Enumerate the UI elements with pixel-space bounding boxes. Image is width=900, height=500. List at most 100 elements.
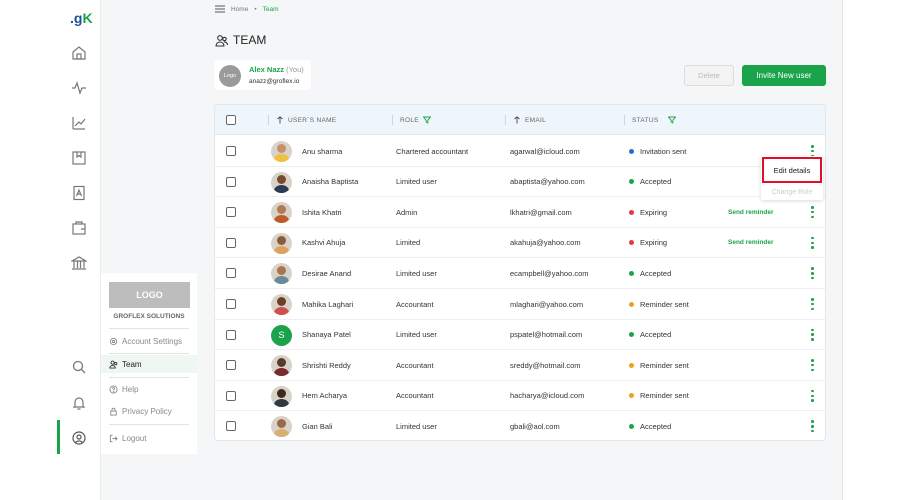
user-role: Accountant [396,391,434,401]
breadcrumb-current: Team [262,5,279,13]
more-options-icon[interactable] [811,236,814,249]
settings-panel: LOGO GROFLEX SOLUTIONS Account Settings … [101,273,197,454]
trend-icon[interactable] [71,115,87,131]
more-options-icon[interactable] [811,420,814,433]
user-circle-icon[interactable] [71,430,87,446]
avatar [271,416,292,438]
avatar [271,202,292,224]
avatar: Logo [219,65,241,87]
row-checkbox[interactable] [226,421,236,432]
bell-icon[interactable] [71,395,87,411]
status-badge: Expiring [629,197,667,227]
status-badge: Reminder sent [629,381,689,411]
table-row[interactable]: Anaisha Baptista Limited user abaptista@… [215,167,825,198]
send-reminder-link[interactable]: Send reminder [728,228,774,258]
delete-button[interactable]: Delete [684,65,734,86]
row-checkbox[interactable] [226,360,236,371]
breadcrumb: Home • Team [215,5,279,13]
user-role: Limited user [396,268,437,278]
row-checkbox[interactable] [226,390,236,401]
table-row[interactable]: S Shanaya Patel Limited user pspatel@hot… [215,320,825,351]
column-header-name[interactable]: USER´S NAME [268,105,336,135]
more-options-icon[interactable] [811,267,814,280]
account-settings-link[interactable]: Account Settings [109,337,182,346]
user-name: Gian Bali [302,421,333,431]
filter-icon[interactable] [668,116,677,124]
user-name: Desirae Anand [302,268,352,278]
bank-icon[interactable] [69,255,89,271]
privacy-policy-link[interactable]: Privacy Policy [109,407,172,416]
row-checkbox[interactable] [226,268,236,279]
logout-link[interactable]: Logout [109,434,146,443]
row-checkbox[interactable] [226,329,236,340]
user-role: Admin [396,207,418,217]
sort-arrow-icon[interactable] [513,116,521,124]
select-all-checkbox[interactable] [226,115,236,125]
user-email: sreddy@hotmail.com [510,360,581,370]
status-dot [629,240,634,246]
change-role-menu-item[interactable]: Change Role [761,186,823,198]
wallet-icon[interactable] [71,220,87,236]
status-badge: Accepted [629,411,671,440]
edit-details-menu-item[interactable]: Edit details [762,157,822,183]
panel-divider [109,377,189,378]
user-role: Accountant [396,360,434,370]
menu-icon[interactable] [215,5,225,13]
user-email: akahuja@yahoo.com [510,238,581,248]
row-checkbox[interactable] [226,237,236,248]
table-row[interactable]: Kashvi Ahuja Limited akahuja@yahoo.com E… [215,228,825,259]
more-options-icon[interactable] [811,206,814,219]
logout-icon [109,434,118,443]
table-row[interactable]: Gian Bali Limited user gbali@aol.com Acc… [215,411,825,440]
status-dot [629,179,634,185]
sort-arrow-icon[interactable] [276,116,284,124]
help-link[interactable]: Help [109,385,138,394]
more-options-icon[interactable] [811,328,814,341]
breadcrumb-separator: • [254,5,257,13]
user-email: ecampbell@yahoo.com [510,268,589,278]
gear-icon [109,337,118,346]
row-checkbox[interactable] [226,176,236,187]
user-name: Shrishti Reddy [302,360,351,370]
company-logo-placeholder: LOGO [109,282,190,308]
app-logo[interactable]: .gK [70,10,93,26]
more-options-icon[interactable] [811,389,814,402]
activity-icon[interactable] [71,80,87,96]
status-badge: Reminder sent [629,289,689,319]
invite-new-user-button[interactable]: Invite New user [742,65,826,86]
status-badge: Accepted [629,258,671,288]
filter-icon[interactable] [422,116,431,124]
more-options-icon[interactable] [811,298,814,310]
table-row[interactable]: Mahika Laghari Accountant mlaghari@yahoo… [215,289,825,320]
send-reminder-link[interactable]: Send reminder [728,197,774,227]
table-row[interactable]: Desirae Anand Limited user ecampbell@yah… [215,258,825,289]
page-title: TEAM [215,33,266,47]
row-checkbox[interactable] [226,146,236,156]
user-role: Accountant [396,299,434,309]
status-badge: Reminder sent [629,350,689,380]
column-header-status[interactable]: STATUS [624,105,677,135]
document-icon[interactable] [71,185,87,201]
table-row[interactable]: Shrishti Reddy Accountant sreddy@hotmail… [215,350,825,381]
more-options-icon[interactable] [811,359,814,372]
column-header-email[interactable]: EMAIL [505,105,546,135]
avatar [271,355,292,377]
breadcrumb-home[interactable]: Home [231,6,248,13]
home-icon[interactable] [71,45,87,61]
table-row[interactable]: Ishita Khatri Admin lkhatri@gmail.com Ex… [215,197,825,228]
table-header: USER´S NAME ROLE EMAIL STATUS [215,105,825,135]
user-email: agarwal@icloud.com [510,146,580,156]
table-row[interactable]: Hem Acharya Accountant hacharya@icloud.c… [215,381,825,412]
team-link[interactable]: Team [101,355,197,373]
user-name: Shanaya Patel [302,330,351,340]
row-checkbox[interactable] [226,207,236,218]
column-header-role[interactable]: ROLE [392,105,431,135]
bookmark-box-icon[interactable] [71,150,87,166]
avatar [271,263,292,285]
team-icon [215,34,228,47]
row-checkbox[interactable] [226,299,236,309]
avatar [271,232,292,254]
search-icon[interactable] [71,359,87,375]
panel-divider [109,353,189,354]
table-row[interactable]: Anu sharma Chartered accountant agarwal@… [215,136,825,167]
